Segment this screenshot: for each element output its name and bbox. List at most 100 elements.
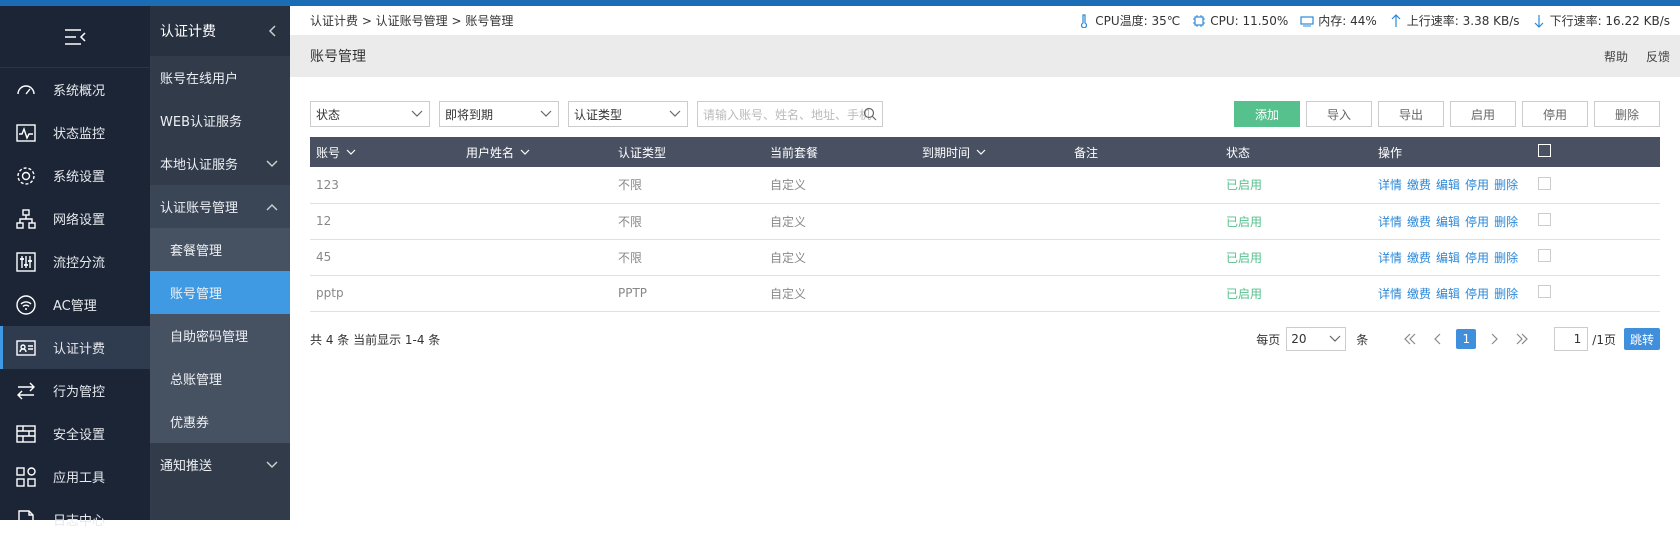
row-op-2[interactable]: 编辑: [1436, 178, 1460, 192]
gear-icon: [17, 166, 35, 185]
row-checkbox[interactable]: [1538, 249, 1551, 262]
row-op-0[interactable]: 详情: [1378, 287, 1402, 301]
row-op-4[interactable]: 删除: [1494, 215, 1518, 229]
arrow-up-icon: [1391, 13, 1401, 27]
filter-bar: 状态 即将到期 认证类型 请输入账号、姓名、地址、手机 添加 导入 导出 启用 …: [310, 101, 1660, 127]
sidebar-item-self-password[interactable]: 自助密码管理: [150, 314, 290, 357]
row-checkbox[interactable]: [1538, 176, 1551, 190]
row-op-4[interactable]: 删除: [1494, 178, 1518, 192]
system-stats: CPU温度: 35℃ CPU: 11.50% 内存: 44% 上行速率: 3.3…: [1077, 12, 1670, 29]
cell-expire: [916, 167, 1068, 203]
enable-button[interactable]: 启用: [1450, 101, 1516, 127]
select-all-checkbox[interactable]: [1538, 144, 1551, 157]
sidebar-item-ledger[interactable]: 总账管理: [150, 357, 290, 400]
table-row: 123 不限 自定义 已启用 详情 缴费 编辑 停用 删除: [310, 167, 1660, 203]
nav-item-sliders[interactable]: 流控分流: [0, 240, 150, 283]
nav-item-monitor[interactable]: 状态监控: [0, 111, 150, 154]
next-page-icon[interactable]: [1486, 331, 1502, 347]
sidebar-item-notify-push[interactable]: 通知推送: [150, 443, 290, 486]
cell-note: [1068, 203, 1220, 239]
row-op-3[interactable]: 停用: [1465, 178, 1489, 192]
row-op-0[interactable]: 详情: [1378, 215, 1402, 229]
cpu-stat: CPU: 11.50%: [1192, 14, 1288, 28]
search-input[interactable]: 请输入账号、姓名、地址、手机: [697, 101, 883, 127]
sliders-icon: [16, 251, 36, 272]
row-op-4[interactable]: 删除: [1494, 251, 1518, 265]
import-button[interactable]: 导入: [1306, 101, 1372, 127]
row-op-2[interactable]: 编辑: [1436, 215, 1460, 229]
search-icon[interactable]: [863, 107, 877, 121]
dashboard-icon: [17, 84, 35, 94]
delete-button[interactable]: 删除: [1594, 101, 1660, 127]
row-checkbox[interactable]: [1538, 213, 1551, 226]
page-number-current[interactable]: 1: [1456, 329, 1477, 349]
row-op-1[interactable]: 缴费: [1407, 215, 1431, 229]
cell-auth-type: 不限: [618, 250, 643, 265]
col-select-all: [1532, 137, 1660, 167]
chevron-down-icon: [976, 149, 986, 155]
help-link[interactable]: 帮助: [1604, 48, 1628, 65]
cell-expire: [916, 239, 1068, 275]
disable-button[interactable]: 停用: [1522, 101, 1588, 127]
sidebar-item-local-auth[interactable]: 本地认证服务: [150, 142, 290, 185]
breadcrumb: 认证计费 > 认证账号管理 > 账号管理: [310, 14, 514, 28]
total-pages: /1页: [1592, 332, 1616, 347]
swap-icon: [17, 382, 35, 399]
cell-username: [460, 203, 612, 239]
col-account[interactable]: 账号: [310, 137, 460, 167]
row-op-0[interactable]: 详情: [1378, 178, 1402, 192]
wifi-icon: [16, 294, 36, 315]
col-auth-type: 认证类型: [618, 145, 667, 160]
sidebar-item-account-mgmt[interactable]: 账号管理: [150, 271, 290, 314]
col-username[interactable]: 用户姓名: [460, 137, 612, 167]
status-select[interactable]: 状态: [310, 101, 430, 127]
nav-item-dashboard[interactable]: 系统概况: [0, 68, 150, 111]
menu-toggle-button[interactable]: [0, 6, 150, 68]
sidebar-item-web-auth[interactable]: WEB认证服务: [150, 99, 290, 142]
row-op-1[interactable]: 缴费: [1407, 178, 1431, 192]
cell-note: [1068, 239, 1220, 275]
per-page-select[interactable]: 20: [1286, 327, 1347, 351]
nav-item-label: AC管理: [53, 299, 97, 314]
main-content: 认证计费 > 认证账号管理 > 账号管理 CPU温度: 35℃ CPU: 11.…: [290, 6, 1680, 520]
auth-type-select[interactable]: 认证类型: [568, 101, 688, 127]
row-op-4[interactable]: 删除: [1494, 287, 1518, 301]
row-op-2[interactable]: 编辑: [1436, 287, 1460, 301]
row-checkbox[interactable]: [1538, 285, 1551, 298]
prev-page-icon[interactable]: [1430, 331, 1446, 347]
row-op-2[interactable]: 编辑: [1436, 251, 1460, 265]
col-expire[interactable]: 到期时间: [916, 137, 1068, 167]
first-page-icon[interactable]: [1402, 331, 1418, 347]
chevron-down-icon: [520, 149, 530, 155]
sidebar-item-package-mgmt[interactable]: 套餐管理: [150, 228, 290, 271]
nav-item-firewall[interactable]: 安全设置: [0, 412, 150, 455]
last-page-icon[interactable]: [1514, 331, 1530, 347]
row-op-1[interactable]: 缴费: [1407, 287, 1431, 301]
nav-item-swap[interactable]: 行为管控: [0, 369, 150, 412]
page-title-bar: 账号管理 帮助 反馈: [290, 35, 1680, 77]
row-op-0[interactable]: 详情: [1378, 251, 1402, 265]
nav-item-network[interactable]: 网络设置: [0, 197, 150, 240]
table-footer: 共 4 条 当前显示 1-4 条 每页 20 条 1 1 /1页 跳转: [310, 326, 1660, 352]
row-op-1[interactable]: 缴费: [1407, 251, 1431, 265]
row-op-3[interactable]: 停用: [1465, 287, 1489, 301]
export-button[interactable]: 导出: [1378, 101, 1444, 127]
chevron-left-icon[interactable]: [268, 25, 278, 37]
nav-item-gear[interactable]: 系统设置: [0, 154, 150, 197]
nav-item-apps[interactable]: 应用工具: [0, 455, 150, 498]
memory-icon: [1300, 15, 1314, 26]
feedback-link[interactable]: 反馈: [1646, 48, 1670, 65]
page-jump-input[interactable]: 1: [1554, 327, 1589, 351]
sidebar-item-auth-account-mgmt[interactable]: 认证账号管理: [150, 185, 290, 228]
chevron-down-icon: [346, 149, 356, 155]
expiring-select[interactable]: 即将到期: [439, 101, 559, 127]
nav-item-id-card[interactable]: 认证计费: [0, 326, 150, 369]
row-op-3[interactable]: 停用: [1465, 251, 1489, 265]
page-title: 账号管理: [310, 49, 366, 65]
nav-item-wifi[interactable]: AC管理: [0, 283, 150, 326]
add-button[interactable]: 添加: [1234, 101, 1300, 127]
sidebar-item-coupon[interactable]: 优惠券: [150, 400, 290, 443]
row-op-3[interactable]: 停用: [1465, 215, 1489, 229]
jump-button[interactable]: 跳转: [1623, 328, 1660, 350]
sidebar-item-online-users[interactable]: 账号在线用户: [150, 56, 290, 99]
